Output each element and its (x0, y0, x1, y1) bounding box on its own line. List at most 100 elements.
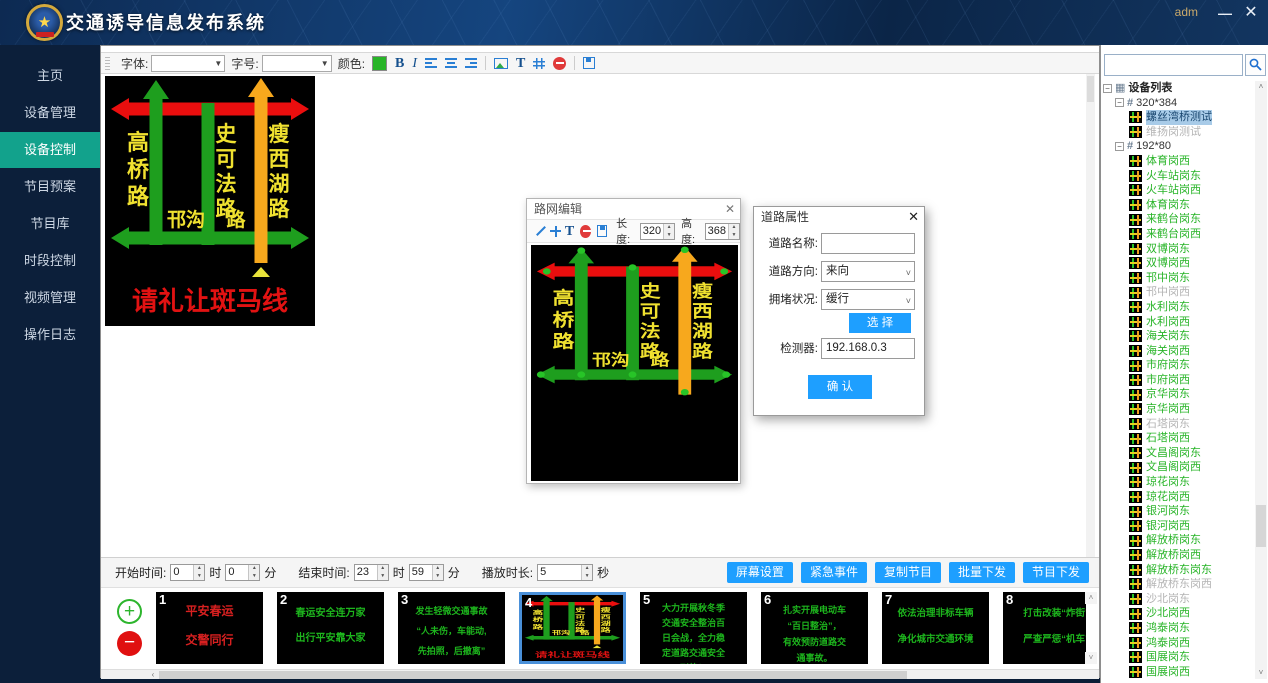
collapse-icon[interactable]: − (1115, 142, 1124, 151)
device-item-解放桥东岗西[interactable]: 解放桥东岗西 (1103, 577, 1257, 592)
device-item-石塔岗东[interactable]: 石塔岗东 (1103, 417, 1257, 432)
spinner-arrows[interactable]: ▲▼ (663, 224, 674, 239)
add-program-button[interactable]: + (117, 599, 142, 624)
delete-icon[interactable] (553, 57, 566, 70)
road-name-input[interactable] (821, 233, 915, 254)
device-item-火车站岗西[interactable]: 火车站岗西 (1103, 183, 1257, 198)
start-hour-spinner[interactable]: 0▲▼ (170, 564, 205, 581)
bold-button[interactable]: B (395, 56, 404, 71)
device-item-文昌阁岗东[interactable]: 文昌阁岗东 (1103, 446, 1257, 461)
confirm-button[interactable]: 确 认 (808, 375, 872, 399)
color-swatch[interactable] (372, 56, 387, 71)
tree-vertical-scrollbar[interactable]: ˄ ˅ (1255, 81, 1267, 679)
control-point-dot[interactable] (681, 247, 689, 253)
device-item-琼花岗西[interactable]: 琼花岗西 (1103, 490, 1257, 505)
congestion-select[interactable]: 缓行˅ (821, 289, 915, 310)
collapse-icon[interactable]: − (1115, 98, 1124, 107)
crosshair-icon[interactable] (550, 226, 559, 237)
control-point-dot[interactable] (681, 389, 689, 395)
device-item-鸿泰岗东[interactable]: 鸿泰岗东 (1103, 621, 1257, 636)
device-item-银河岗东[interactable]: 银河岗东 (1103, 504, 1257, 519)
device-item-琼花岗东[interactable]: 琼花岗东 (1103, 475, 1257, 490)
end-minute-spinner[interactable]: 59▲▼ (409, 564, 444, 581)
select-detector-button[interactable]: 选 择 (849, 313, 911, 333)
device-item-维扬岗测试[interactable]: 维扬岗测试 (1103, 125, 1257, 140)
device-item-来鹤台岗东[interactable]: 来鹤台岗东 (1103, 212, 1257, 227)
action-button-批量下发[interactable]: 批量下发 (949, 562, 1015, 583)
collapse-icon[interactable]: − (1103, 84, 1112, 93)
device-item-沙北岗东[interactable]: 沙北岗东 (1103, 592, 1257, 607)
tree-node-设备列表[interactable]: −▦设备列表 (1103, 81, 1257, 96)
sidebar-item-视频管理[interactable]: 视频管理 (0, 280, 100, 316)
device-item-双博岗东[interactable]: 双博岗东 (1103, 242, 1257, 257)
canvas-vertical-scrollbar[interactable] (1086, 74, 1095, 557)
device-item-解放桥岗西[interactable]: 解放桥岗西 (1103, 548, 1257, 563)
device-item-海关岗西[interactable]: 海关岗西 (1103, 344, 1257, 359)
start-minute-spinner[interactable]: 0▲▼ (225, 564, 260, 581)
save-icon[interactable] (597, 225, 607, 237)
dialog-titlebar[interactable]: 路网编辑 ✕ (527, 199, 740, 219)
device-item-解放桥岗东[interactable]: 解放桥岗东 (1103, 533, 1257, 548)
control-point-dot[interactable] (722, 371, 730, 377)
spinner-arrows[interactable]: ▲▼ (581, 565, 592, 580)
device-item-解放桥东岗东[interactable]: 解放桥东岗东 (1103, 563, 1257, 578)
device-item-市府岗东[interactable]: 市府岗东 (1103, 358, 1257, 373)
scrollbar-thumb[interactable] (159, 671, 907, 679)
logged-in-user[interactable]: adm (1175, 5, 1198, 19)
spinner-arrows[interactable]: ▲▼ (193, 565, 204, 580)
tree-node-320*384[interactable]: −#320*384 (1103, 96, 1257, 111)
program-thumbnail-7[interactable]: 7依法治理非标车辆净化城市交通环境 (882, 592, 989, 664)
action-button-复制节目[interactable]: 复制节目 (875, 562, 941, 583)
road-network-canvas[interactable]: 高桥路史可法路瘦西湖路邗沟路 (531, 245, 738, 481)
device-item-国展岗西[interactable]: 国展岗西 (1103, 665, 1257, 679)
scrollbar-thumb[interactable] (1256, 505, 1266, 547)
sidebar-item-节目预案[interactable]: 节目预案 (0, 169, 100, 205)
spinner-arrows[interactable]: ▲▼ (248, 565, 259, 580)
program-thumbnail-2[interactable]: 2春运安全连万家出行平安靠大家 (277, 592, 384, 664)
device-item-火车站岗东[interactable]: 火车站岗东 (1103, 169, 1257, 184)
sidebar-item-操作日志[interactable]: 操作日志 (0, 317, 100, 353)
control-point-dot[interactable] (543, 268, 551, 274)
spinner-arrows[interactable]: ▲▼ (432, 565, 443, 580)
duration-spinner[interactable]: 5▲▼ (537, 564, 593, 581)
device-item-石塔岗西[interactable]: 石塔岗西 (1103, 431, 1257, 446)
device-item-京华岗东[interactable]: 京华岗东 (1103, 387, 1257, 402)
control-point-dot[interactable] (629, 264, 637, 270)
sidebar-item-时段控制[interactable]: 时段控制 (0, 243, 100, 279)
program-thumbnail-3[interactable]: 3发生轻微交通事故“人未伤，车能动,先拍照，后撤离” (398, 592, 505, 664)
align-right-icon[interactable] (465, 58, 477, 68)
close-icon[interactable]: ✕ (725, 199, 735, 219)
remove-program-button[interactable]: − (117, 631, 142, 656)
spinner-arrows[interactable]: ▲▼ (728, 224, 739, 239)
sidebar-item-设备控制[interactable]: 设备控制 (0, 132, 100, 168)
device-item-体育岗西[interactable]: 体育岗西 (1103, 154, 1257, 169)
control-point-dot[interactable] (577, 247, 585, 253)
align-left-icon[interactable] (425, 58, 437, 68)
sidebar-item-主页[interactable]: 主页 (0, 58, 100, 94)
grid-tool-icon[interactable] (533, 58, 545, 69)
device-item-水利岗西[interactable]: 水利岗西 (1103, 315, 1257, 330)
font-size-select[interactable]: ▼ (262, 55, 332, 72)
led-display-preview[interactable]: 高桥路史可法路瘦西湖路邗沟路请礼让斑马线 (105, 76, 315, 326)
close-button[interactable]: ✕ (1240, 3, 1262, 23)
device-item-邗中岗西[interactable]: 邗中岗西 (1103, 285, 1257, 300)
detector-input[interactable]: 192.168.0.3 (821, 338, 915, 359)
align-center-icon[interactable] (445, 58, 457, 68)
control-point-dot[interactable] (577, 371, 585, 377)
insert-image-icon[interactable] (494, 58, 508, 69)
strip-scroll-down-icon[interactable]: ˅ (1085, 652, 1097, 664)
action-button-屏幕设置[interactable]: 屏幕设置 (727, 562, 793, 583)
scrollbar-thumb[interactable] (1087, 76, 1094, 102)
height-spinner[interactable]: 368 ▲▼ (705, 223, 740, 240)
sidebar-item-设备管理[interactable]: 设备管理 (0, 95, 100, 131)
program-thumbnail-4[interactable]: 4高桥路史可法路瘦西湖路邗沟路请礼让斑马线 (519, 592, 626, 664)
sidebar-item-节目库[interactable]: 节目库 (0, 206, 100, 242)
scroll-down-icon[interactable]: ˅ (1255, 667, 1267, 679)
action-button-节目下发[interactable]: 节目下发 (1023, 562, 1089, 583)
text-tool-icon[interactable]: T (565, 224, 574, 239)
dialog-titlebar[interactable]: 道路属性 ✕ (754, 207, 924, 227)
road-direction-select[interactable]: 来向˅ (821, 261, 915, 282)
device-item-沙北岗西[interactable]: 沙北岗西 (1103, 606, 1257, 621)
scroll-up-icon[interactable]: ˄ (1255, 81, 1267, 93)
device-item-邗中岗东[interactable]: 邗中岗东 (1103, 271, 1257, 286)
